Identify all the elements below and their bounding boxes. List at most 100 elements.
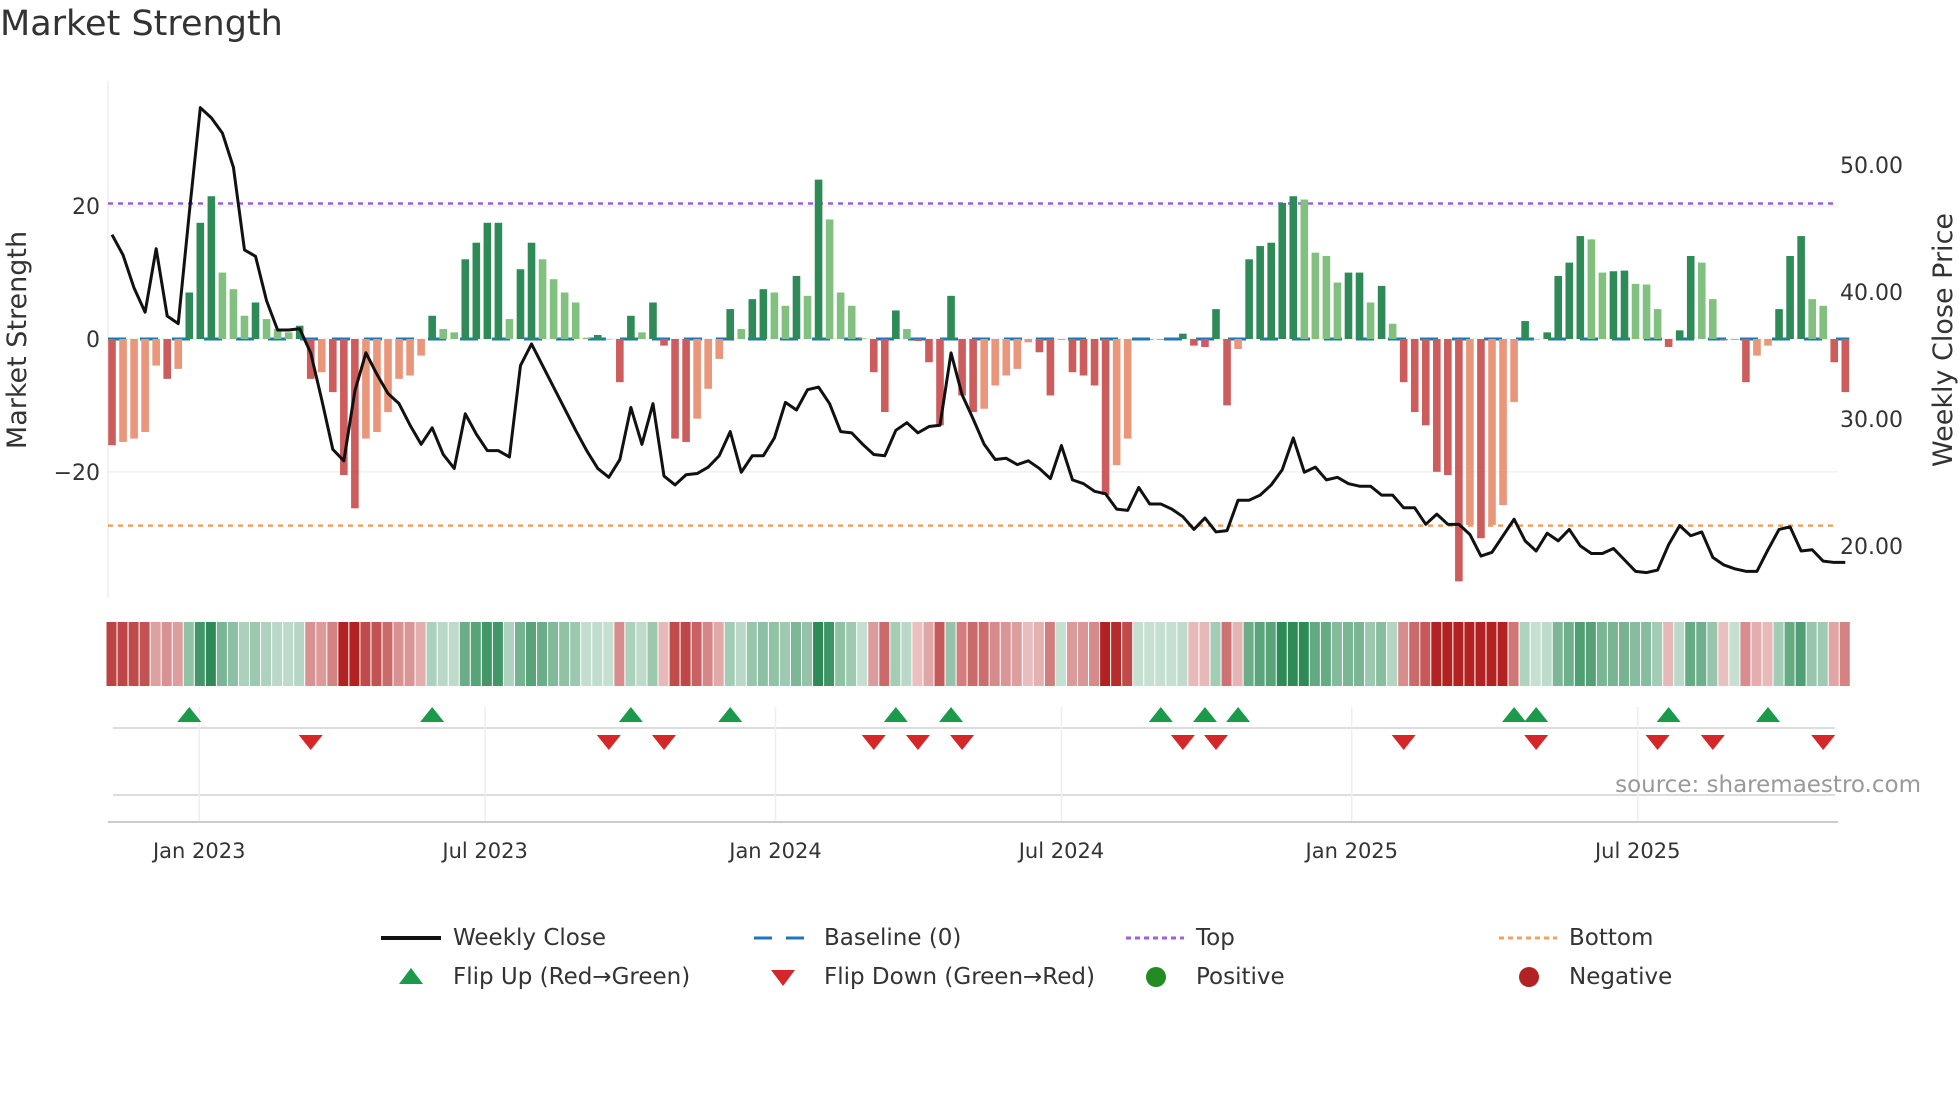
- strength-heat-cell: [1585, 622, 1596, 686]
- strength-heat-cell: [1309, 622, 1320, 686]
- strength-bar: [329, 339, 337, 393]
- flip-up-marker: [1756, 707, 1780, 722]
- strength-heat-cell: [1320, 622, 1331, 686]
- strength-heat-cell: [338, 622, 349, 686]
- strength-bar: [317, 339, 326, 373]
- strength-bar: [1620, 270, 1629, 339]
- strength-heat-cell: [1354, 622, 1365, 686]
- strength-heat-cell: [1508, 622, 1519, 686]
- strength-bar: [1079, 339, 1088, 376]
- strength-heat-cell: [1762, 622, 1773, 686]
- strength-bar: [1510, 339, 1518, 403]
- strength-heat-cell: [945, 622, 956, 686]
- legend-label: Flip Down (Green→Red): [824, 964, 1095, 990]
- strength-bar: [1289, 196, 1298, 339]
- y-axis-title: Market Strength: [2, 231, 33, 449]
- strength-bar: [616, 339, 624, 383]
- flip-down-marker: [652, 735, 676, 750]
- strength-heat-cell: [1563, 622, 1574, 686]
- strength-bar: [693, 339, 701, 419]
- flip-down-marker: [1170, 735, 1195, 750]
- strength-heat-cell: [1685, 622, 1696, 686]
- legend-baseline: Baseline (0): [754, 925, 961, 951]
- strength-bar: [1554, 275, 1563, 339]
- strength-heat-cell: [481, 622, 492, 686]
- strength-bar: [1410, 339, 1419, 413]
- strength-bar: [1333, 282, 1342, 339]
- strength-bar: [593, 335, 602, 339]
- strength-bar: [1002, 339, 1011, 376]
- strength-heat-cell: [802, 622, 813, 686]
- strength-bar: [1709, 299, 1717, 339]
- strength-bar: [1245, 259, 1253, 339]
- strength-heat-cell: [691, 622, 702, 686]
- strength-heat-cell: [1839, 622, 1850, 686]
- legend-negative: Negative: [1499, 964, 1672, 990]
- flip-down-marker: [861, 735, 886, 750]
- strength-bar: [1753, 339, 1761, 356]
- strength-heat-cell: [1707, 622, 1718, 686]
- x-tick-label: Jan 2025: [1304, 839, 1399, 863]
- strength-bar: [1786, 255, 1794, 339]
- strength-heat-cell: [636, 622, 647, 686]
- strength-heat-cell: [757, 622, 768, 686]
- strength-bar: [814, 179, 823, 339]
- strength-heat-cell: [1254, 622, 1265, 686]
- legend-label: Negative: [1569, 964, 1673, 990]
- strength-bar: [1157, 339, 1165, 340]
- strength-heat-cell: [1000, 622, 1011, 686]
- strength-heat-cell: [1122, 622, 1133, 686]
- strength-heat-cell: [1442, 622, 1453, 686]
- strength-bar: [1388, 323, 1397, 339]
- y2-tick-label: 50.00: [1840, 154, 1903, 179]
- strength-heat-cell: [559, 622, 570, 686]
- strength-heat-cell: [1420, 622, 1431, 686]
- strength-heat-cell: [1387, 622, 1398, 686]
- strength-bar: [538, 259, 547, 339]
- strength-heat-cell: [768, 622, 779, 686]
- x-tick-label: Jul 2023: [440, 839, 527, 863]
- x-tick-label: Jan 2024: [727, 839, 822, 863]
- strength-bar: [1399, 339, 1408, 383]
- strength-bar: [1686, 255, 1695, 339]
- strength-bar: [869, 339, 878, 373]
- line-icon: [381, 936, 441, 940]
- strength-bar: [947, 295, 955, 339]
- legend-label: Baseline (0): [824, 925, 962, 951]
- strength-heat-cell: [1188, 622, 1199, 686]
- flip-up-marker: [1192, 707, 1217, 722]
- strength-bar: [1322, 255, 1331, 339]
- strength-bar: [141, 339, 149, 432]
- flip-up-marker: [1656, 707, 1681, 722]
- strength-bar: [1267, 242, 1275, 339]
- legend-flip-up: Flip Up (Red→Green): [381, 964, 690, 990]
- strength-heat-cell: [846, 622, 857, 686]
- flip-down-marker: [1524, 735, 1549, 750]
- strength-bar: [560, 292, 569, 339]
- triangle-up-icon: [399, 968, 423, 984]
- strength-bar: [251, 302, 260, 339]
- strength-heat-cell: [1795, 622, 1806, 686]
- y2-tick-label: 40.00: [1840, 281, 1903, 306]
- strength-bar: [892, 310, 900, 339]
- strength-heat-cell: [283, 622, 294, 686]
- strength-bar: [991, 339, 999, 386]
- strength-heat-cell: [1740, 622, 1751, 686]
- strength-heat-cell: [680, 622, 691, 686]
- flip-up-marker: [1226, 707, 1251, 722]
- flip-down-marker: [1391, 735, 1416, 750]
- strength-bar: [682, 339, 690, 442]
- legend-weekly-close: Weekly Close: [381, 925, 606, 951]
- strength-heat-cell: [294, 622, 305, 686]
- market-strength-chart: 20 0 −20 50.00 40.00 30.00 20.00 Market Strengt…: [2, 81, 1959, 863]
- strength-bar: [1499, 339, 1507, 506]
- strength-heat-cell: [1022, 622, 1033, 686]
- strength-heat-cell: [592, 622, 603, 686]
- y2-axis-title: Weekly Close Price: [1928, 213, 1959, 467]
- strength-heat-cell: [1365, 622, 1376, 686]
- strength-heat-cell: [735, 622, 746, 686]
- strength-heat-cell: [1155, 622, 1166, 686]
- strength-heat-cell: [1221, 622, 1232, 686]
- strength-bar: [1808, 299, 1816, 339]
- strength-bar: [516, 269, 525, 339]
